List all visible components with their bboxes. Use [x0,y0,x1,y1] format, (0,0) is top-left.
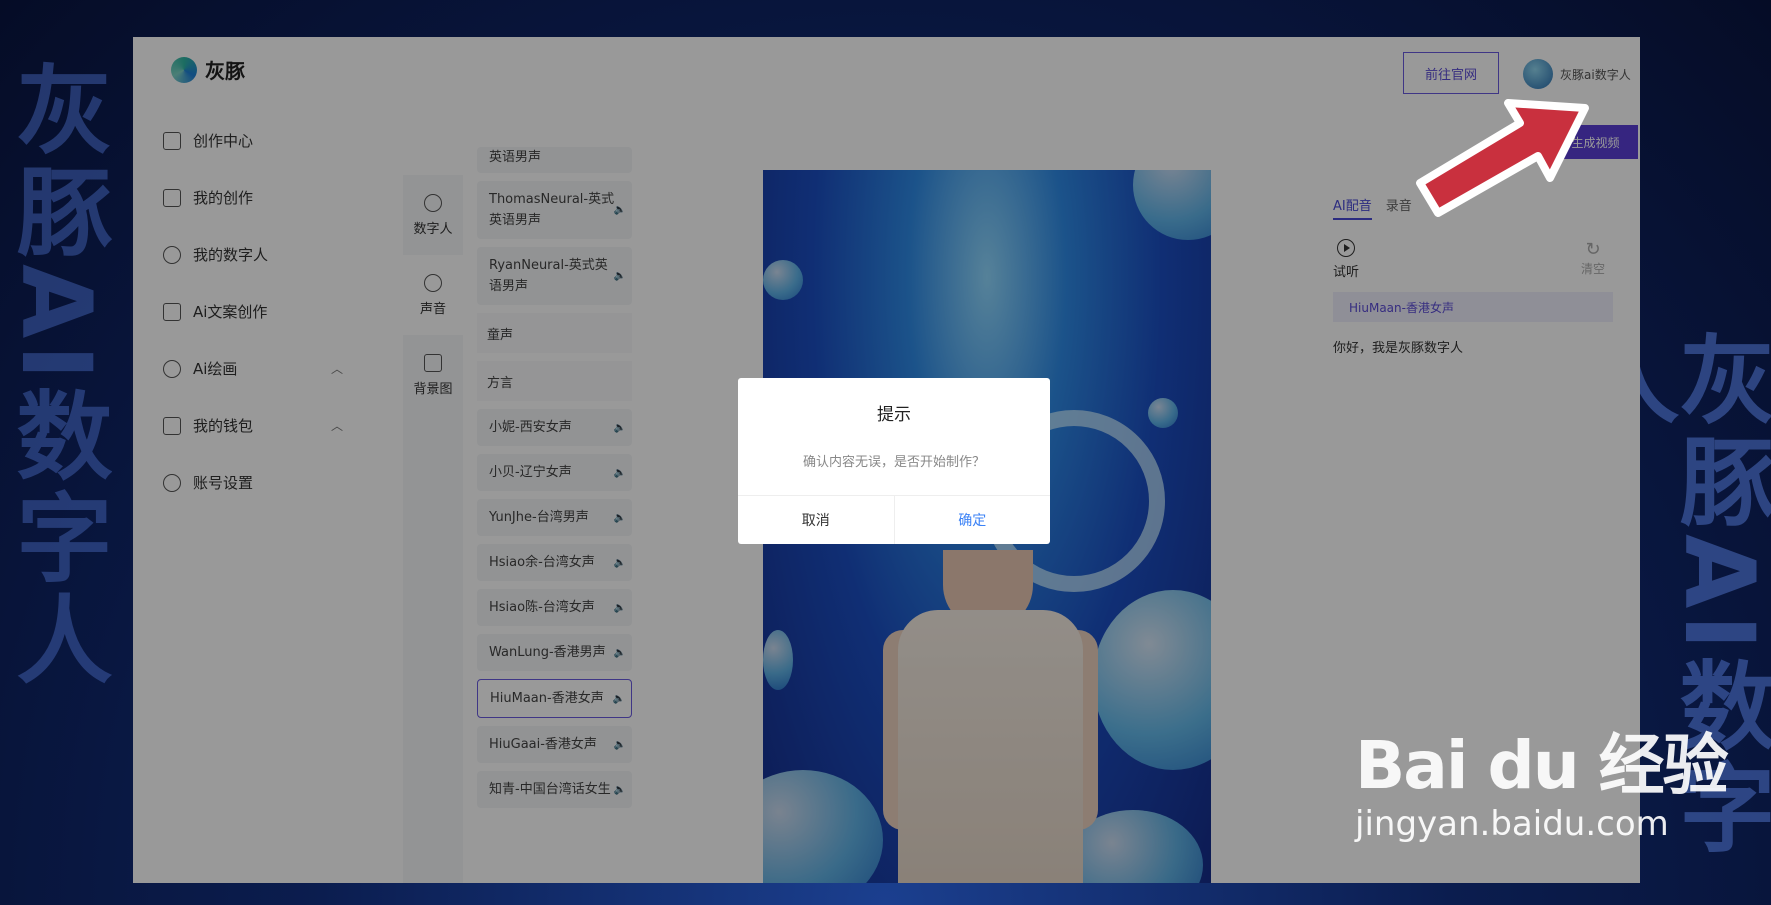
confirm-button[interactable]: 确定 [895,496,1051,544]
red-arrow-annotation [1416,99,1589,217]
confirm-dialog: 提示 确认内容无误，是否开始制作？ 取消 确定 [738,378,1050,544]
baidu-watermark: Bai du 经验 jingyan.baidu.com [1355,712,1729,844]
side-banner-left: 灰豚AI数字人 [0,60,112,693]
cancel-button[interactable]: 取消 [738,496,895,544]
watermark-sub: jingyan.baidu.com [1355,804,1669,844]
dialog-actions: 取消 确定 [738,495,1050,544]
dialog-title: 提示 [877,405,911,425]
watermark-main: Bai du 经验 [1355,727,1729,804]
dialog-message: 确认内容无误，是否开始制作？ [802,455,985,470]
